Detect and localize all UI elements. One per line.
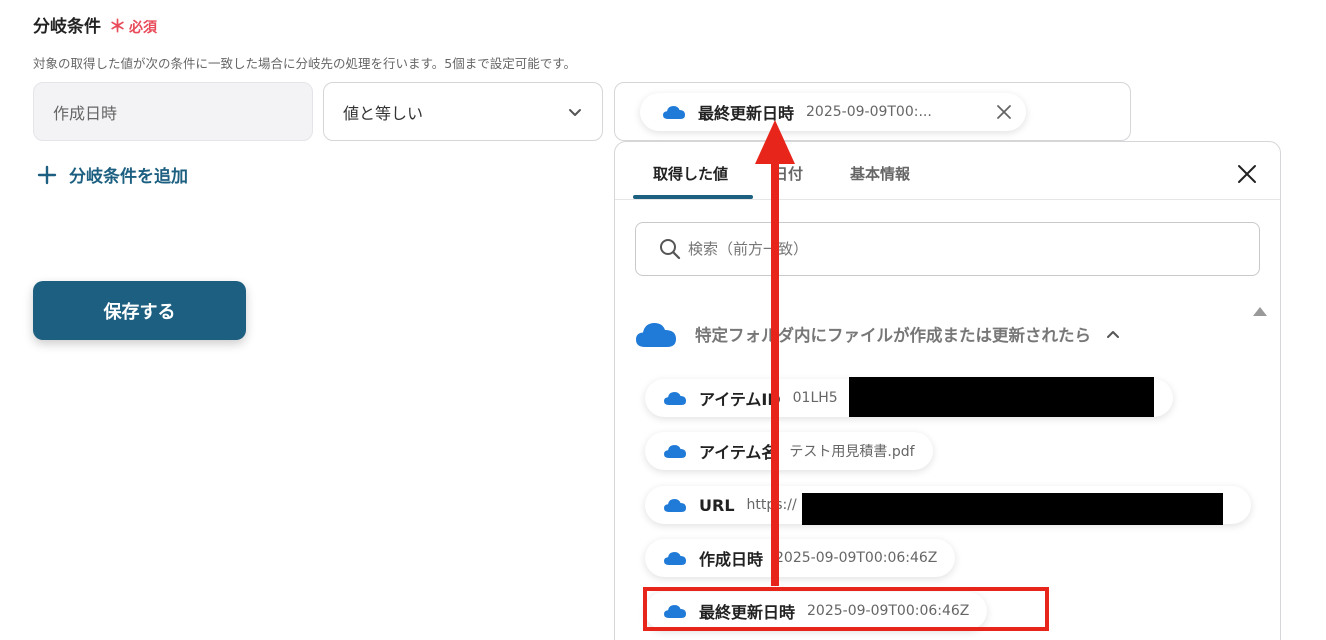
group-title: 特定フォルダ内にファイルが作成または更新されたら — [695, 326, 1091, 345]
onedrive-cloud-icon — [664, 552, 686, 565]
redaction-mask — [802, 493, 1223, 525]
chevron-up-icon — [1107, 331, 1119, 338]
list-item-created-at[interactable]: 作成日時 2025-09-09T00:06:46Z — [645, 539, 956, 577]
redaction-mask — [849, 377, 1154, 417]
save-button[interactable]: 保存する — [33, 281, 246, 340]
plus-icon — [37, 165, 57, 184]
picker-search[interactable] — [635, 222, 1260, 276]
add-condition-label: 分岐条件を追加 — [69, 167, 188, 187]
chevron-down-icon — [569, 109, 581, 116]
operand-value-chip[interactable]: 最終更新日時 2025-09-09T00:... — [640, 93, 1026, 131]
active-tab-indicator — [633, 195, 753, 199]
operand-chip-label: 最終更新日時 — [698, 104, 795, 123]
trigger-group-header[interactable]: 特定フォルダ内にファイルが作成または更新されたら — [635, 320, 1121, 348]
scroll-up-icon[interactable] — [1251, 304, 1269, 318]
operand-chip-value: 2025-09-09T00:... — [806, 104, 932, 120]
close-icon[interactable] — [1236, 163, 1258, 185]
list-item-item-name[interactable]: アイテム名 テスト用見積書.pdf — [645, 432, 933, 470]
tab-date[interactable]: 日付 — [773, 163, 803, 184]
onedrive-cloud-icon — [636, 323, 676, 347]
onedrive-cloud-icon — [664, 392, 686, 405]
onedrive-cloud-icon — [663, 106, 685, 119]
section-title: 分岐条件 — [33, 17, 101, 37]
tab-basic-info[interactable]: 基本情報 — [850, 163, 910, 184]
required-badge: ＊必須 — [109, 17, 157, 37]
onedrive-cloud-icon — [664, 445, 686, 458]
search-input[interactable] — [688, 240, 1228, 258]
condition-operator-value: 値と等しい — [343, 103, 424, 123]
section-description: 対象の取得した値が次の条件に一致した場合に分岐先の処理を行います。5個まで設定可… — [33, 56, 576, 71]
close-icon[interactable] — [996, 104, 1012, 120]
search-icon — [660, 239, 681, 260]
tab-retrieved-values[interactable]: 取得した値 — [653, 163, 728, 184]
picker-tabs: 取得した値 日付 基本情報 — [615, 142, 1280, 200]
condition-field-value: 作成日時 — [53, 103, 118, 123]
condition-field-select[interactable]: 作成日時 — [33, 82, 313, 141]
section-header: 分岐条件 ＊必須 — [33, 12, 157, 37]
add-condition-button[interactable]: 分岐条件を追加 — [37, 162, 188, 187]
onedrive-cloud-icon — [664, 499, 686, 512]
highlight-box — [643, 587, 1049, 631]
condition-operator-select[interactable]: 値と等しい — [323, 82, 603, 141]
